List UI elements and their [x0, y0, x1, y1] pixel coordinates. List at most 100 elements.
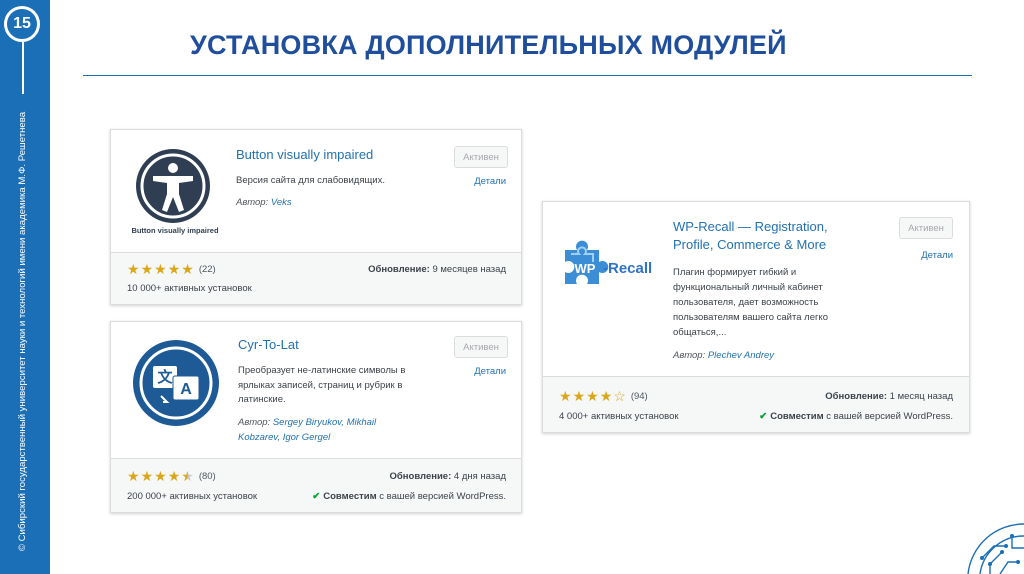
author-link[interactable]: Sergey Biryukov, Mikhail — [273, 417, 376, 428]
updated-value: 1 месяц назад — [889, 391, 953, 402]
svg-text:A: A — [180, 381, 192, 398]
side-caption: © Сибирский государственный университет … — [11, 94, 35, 568]
author-label: Автор: — [238, 417, 271, 428]
author-link[interactable]: Veks — [271, 197, 292, 208]
puzzle-icon: WP -Recall — [565, 240, 652, 284]
compat-bold: Совместим — [770, 411, 824, 422]
plugin-author: Автор: Veks — [236, 196, 292, 211]
star-rating: ★ ★ ★ ★ ☆ (94) — [559, 389, 648, 403]
description-line: латинские. — [238, 394, 286, 405]
active-installs: 10 000+ активных установок — [127, 283, 252, 294]
description-line: ярлыках записей, страниц и рубрик в — [238, 379, 403, 391]
star-rating: ★ ★ ★ ★ ★ (22) — [127, 262, 216, 276]
plugin-name[interactable]: Cyr-To-Lat — [238, 336, 299, 354]
plugin-card-top: 文 A Cyr-To-Lat Преобразует не-латинские … — [111, 322, 521, 460]
details-link[interactable]: Детали — [921, 250, 953, 261]
author-label: Автор: — [673, 350, 706, 361]
compat-text: с вашей версией WordPress. — [826, 411, 953, 422]
plugin-name[interactable]: WP-Recall — Registration, Profile, Comme… — [673, 218, 828, 254]
side-divider — [22, 42, 24, 94]
star-full-icon: ★ — [140, 468, 154, 484]
slide-number-badge: 15 — [4, 6, 40, 42]
plugin-card-wp-recall: WP -Recall WP-Recall — Registration, Pro… — [542, 201, 970, 433]
star-half-icon: ★ — [181, 468, 194, 484]
active-button[interactable]: Активен — [454, 336, 508, 358]
compatibility-status: ✔ Совместим с вашей версией WordPress. — [759, 411, 953, 422]
plugin-name[interactable]: Button visually impaired — [236, 146, 373, 164]
accessibility-person-icon — [136, 149, 210, 223]
check-icon: ✔ — [759, 411, 768, 422]
plugin-card-footer: ★ ★ ★ ★ ★ (80) 200 000+ активных установ… — [111, 458, 521, 512]
side-bar: 15 © Сибирский государственный университ… — [0, 0, 50, 574]
svg-text:-Recall: -Recall — [603, 260, 652, 277]
author-label: Автор: — [236, 197, 269, 208]
slide: 15 © Сибирский государственный университ… — [0, 0, 1024, 574]
updated-value: 4 дня назад — [453, 471, 506, 482]
star-full-icon: ★ — [572, 388, 586, 404]
description-line: пользователя, дает возможность — [673, 297, 819, 308]
description-line: функциональный личный кабинет — [673, 282, 823, 293]
star-full-icon: ★ — [154, 468, 167, 484]
plugin-author: Автор: Sergey Biryukov, Mikhail Kobzarev… — [238, 416, 376, 445]
circuit-decoration-icon — [967, 523, 1024, 574]
star-full-icon: ★ — [154, 261, 167, 277]
slide-number: 15 — [13, 15, 31, 32]
description-line: пользователям вашего сайта легко — [673, 312, 828, 323]
star-empty-icon: ☆ — [613, 388, 626, 404]
title-divider — [83, 75, 972, 76]
star-full-icon: ★ — [167, 261, 181, 277]
description-line: общаться,... — [673, 327, 727, 338]
description-line: Преобразует не-латинские символы в — [238, 365, 406, 376]
star-full-icon: ★ — [586, 388, 599, 404]
plugin-author: Автор: Plechev Andrey — [673, 349, 774, 364]
compat-bold: Совместим — [323, 491, 377, 502]
svg-text:WP: WP — [575, 261, 596, 276]
svg-text:文: 文 — [157, 368, 173, 386]
translate-icon: 文 A — [133, 340, 219, 426]
plugin-icon-caption: Button visually impaired — [131, 226, 219, 235]
star-rating: ★ ★ ★ ★ ★ (80) — [127, 469, 216, 483]
updated-value: 9 месяцев назад — [432, 264, 506, 275]
plugin-card-cyr-to-lat: 文 A Cyr-To-Lat Преобразует не-латинские … — [110, 321, 522, 513]
active-button[interactable]: Активен — [899, 217, 953, 239]
active-installs: 200 000+ активных установок — [127, 491, 258, 502]
active-installs: 4 000+ активных установок — [559, 411, 679, 422]
rating-count: (94) — [630, 390, 648, 402]
plugin-card-footer: ★ ★ ★ ★ ☆ (94) 4 000+ активных установок… — [543, 376, 969, 432]
author-link[interactable]: Plechev Andrey — [708, 350, 774, 361]
details-link[interactable]: Детали — [474, 366, 506, 377]
plugin-card-top: Button visually impaired Button visually… — [111, 130, 521, 254]
star-full-icon: ★ — [127, 261, 140, 277]
star-full-icon: ★ — [127, 468, 140, 484]
plugin-card-footer: ★ ★ ★ ★ ★ (22) 10 000+ активных установо… — [111, 252, 521, 304]
updated-label: Обновление: — [368, 264, 430, 275]
details-link[interactable]: Детали — [474, 176, 506, 187]
rating-count: (80) — [198, 470, 216, 482]
compat-text: с вашей версией WordPress. — [379, 491, 506, 502]
active-button[interactable]: Активен — [454, 146, 508, 168]
compatibility-status: ✔ Совместим с вашей версией WordPress. — [312, 491, 506, 502]
updated-label: Обновление: — [825, 391, 888, 402]
star-full-icon: ★ — [181, 261, 194, 277]
rating-count: (22) — [198, 263, 216, 275]
last-updated: Обновление: 9 месяцев назад — [368, 264, 506, 275]
plugin-description: Плагин формирует гибкий и функциональный… — [673, 265, 828, 340]
plugin-card-top: WP -Recall WP-Recall — Registration, Pro… — [543, 202, 969, 378]
author-link[interactable]: Kobzarev, Igor Gergel — [238, 431, 376, 446]
university-name: © Сибирский государственный университет … — [17, 111, 29, 551]
last-updated: Обновление: 1 месяц назад — [825, 391, 953, 402]
plugin-name-line: Profile, Commerce & More — [673, 237, 827, 252]
star-full-icon: ★ — [140, 261, 154, 277]
updated-label: Обновление: — [389, 471, 452, 482]
check-icon: ✔ — [312, 491, 321, 502]
star-full-icon: ★ — [167, 468, 181, 484]
plugin-card-button-visually-impaired: Button visually impaired Button visually… — [110, 129, 522, 305]
star-full-icon: ★ — [559, 388, 572, 404]
last-updated: Обновление: 4 дня назад — [390, 471, 506, 482]
plugin-description: Преобразует не-латинские символы в ярлык… — [238, 364, 405, 408]
star-full-icon: ★ — [599, 388, 613, 404]
plugin-name-line: WP-Recall — Registration, — [673, 219, 828, 234]
description-line: Плагин формирует гибкий и — [673, 267, 797, 278]
plugin-description: Версия сайта для слабовидящих. — [236, 175, 385, 186]
page-title: УСТАНОВКА ДОПОЛНИТЕЛЬНЫХ МОДУЛЕЙ — [190, 30, 787, 60]
